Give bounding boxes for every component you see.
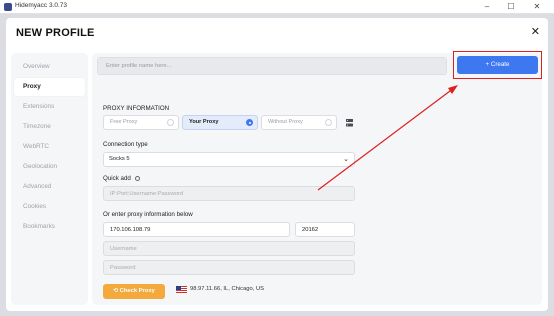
window-close-button[interactable]: ✕ bbox=[526, 0, 548, 14]
sidebar-item-cookies[interactable]: Cookies bbox=[14, 198, 85, 216]
sidebar: Overview Proxy Extensions Timezone WebRT… bbox=[11, 53, 88, 305]
us-flag-icon bbox=[176, 286, 187, 293]
proxy-mode-without-proxy[interactable]: Without Proxy bbox=[261, 115, 337, 130]
sidebar-item-proxy[interactable]: Proxy bbox=[14, 78, 85, 96]
main-panel: + Create PROXY INFORMATION Free Proxy Yo… bbox=[92, 51, 542, 305]
proxy-password-input[interactable] bbox=[103, 260, 355, 275]
page-title: NEW PROFILE bbox=[16, 27, 95, 39]
proxy-check-result: 98.97.11.66, IL, Chicago, US bbox=[190, 286, 265, 292]
maximize-button[interactable]: ☐ bbox=[500, 0, 522, 14]
proxy-username-input[interactable] bbox=[103, 241, 355, 256]
radio-icon bbox=[167, 119, 174, 126]
quick-add-label: Quick add bbox=[103, 175, 140, 182]
proxy-port-input[interactable] bbox=[295, 222, 355, 237]
proxy-mode-your-proxy[interactable]: Your Proxy bbox=[182, 115, 258, 130]
app-logo-icon bbox=[4, 3, 12, 11]
profile-name-input[interactable] bbox=[97, 57, 447, 75]
sidebar-item-overview[interactable]: Overview bbox=[14, 58, 85, 76]
manual-entry-label: Or enter proxy information below bbox=[103, 211, 193, 218]
title-bar: Hidemyacc 3.0.73 – ☐ ✕ bbox=[0, 0, 554, 14]
new-profile-dialog: NEW PROFILE ✕ Overview Proxy Extensions … bbox=[6, 18, 548, 311]
sidebar-item-geolocation[interactable]: Geolocation bbox=[14, 158, 85, 176]
connection-type-value: Socks 5 bbox=[109, 156, 130, 162]
chevron-down-icon: ⌄ bbox=[343, 156, 349, 163]
proxy-mode-label: Free Proxy bbox=[110, 119, 138, 125]
quick-add-text: Quick add bbox=[103, 175, 131, 182]
sidebar-item-bookmarks[interactable]: Bookmarks bbox=[14, 218, 85, 236]
sidebar-item-extensions[interactable]: Extensions bbox=[14, 98, 85, 116]
check-proxy-label: Check Proxy bbox=[119, 288, 155, 294]
annotation-highlight-box bbox=[453, 51, 542, 79]
proxy-mode-free[interactable]: Free Proxy bbox=[103, 115, 179, 130]
proxy-mode-label: Your Proxy bbox=[189, 119, 219, 125]
sidebar-item-timezone[interactable]: Timezone bbox=[14, 118, 85, 136]
proxy-mode-label: Without Proxy bbox=[268, 119, 303, 125]
connection-type-label: Connection type bbox=[103, 141, 148, 148]
app-title: Hidemyacc 3.0.73 bbox=[15, 2, 68, 9]
sidebar-item-webrtc[interactable]: WebRTC bbox=[14, 138, 85, 156]
info-icon bbox=[134, 175, 140, 181]
dialog-close-button[interactable]: ✕ bbox=[531, 25, 540, 38]
minimize-button[interactable]: – bbox=[476, 0, 498, 14]
radio-checked-icon bbox=[246, 119, 253, 126]
quick-add-input[interactable] bbox=[103, 186, 355, 201]
proxy-host-input[interactable] bbox=[103, 222, 290, 237]
connection-type-select[interactable]: Socks 5 ⌄ bbox=[103, 152, 355, 167]
check-proxy-button[interactable]: ⟲ Check Proxy bbox=[103, 284, 165, 299]
proxy-section-title: PROXY INFORMATION bbox=[103, 105, 170, 112]
radio-icon bbox=[325, 119, 332, 126]
proxy-list-icon[interactable] bbox=[346, 119, 353, 127]
sidebar-item-advanced[interactable]: Advanced bbox=[14, 178, 85, 196]
